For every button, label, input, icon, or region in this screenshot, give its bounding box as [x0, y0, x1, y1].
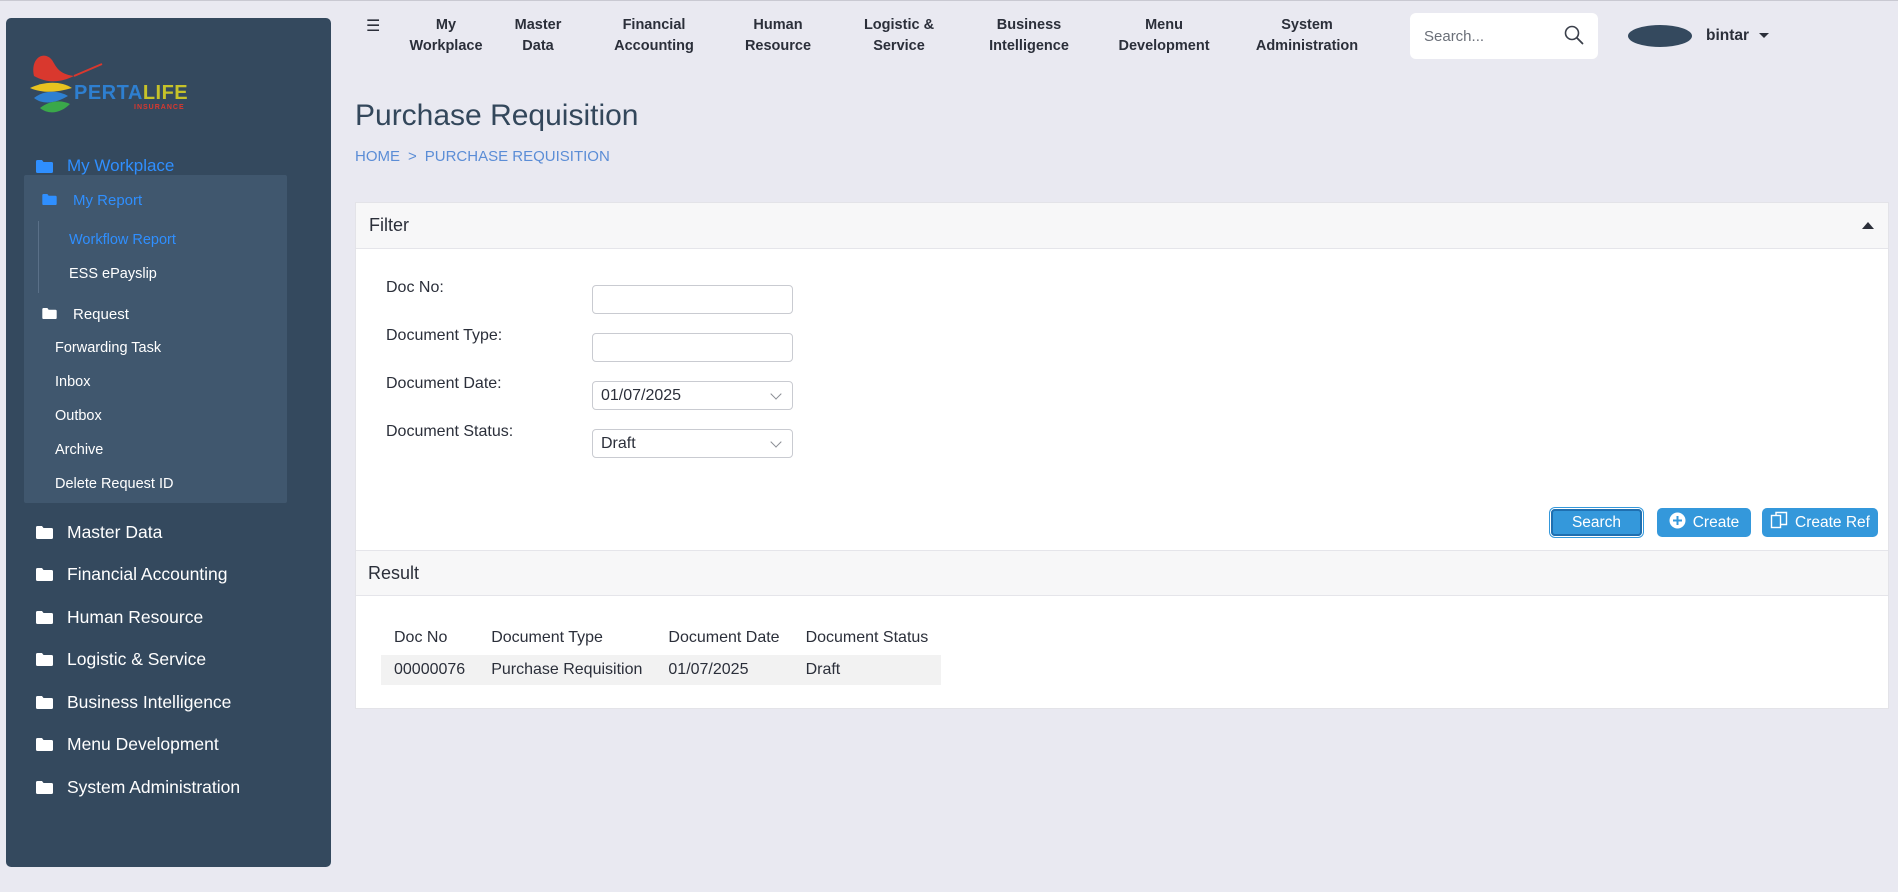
filter-header[interactable]: Filter [356, 203, 1888, 249]
sidebar-item-financial-accounting[interactable]: Financial Accounting [36, 564, 228, 585]
folder-icon [36, 568, 53, 581]
global-search [1410, 13, 1598, 59]
sidebar-item-label: My Workplace [67, 156, 175, 175]
cell-document-status[interactable]: Draft [792, 655, 942, 685]
folder-icon [36, 696, 53, 709]
my-workplace-submenu: My Report Workflow Report ESS ePayslip R… [24, 175, 287, 503]
cell-doc-no[interactable]: 00000076 [381, 655, 479, 685]
document-date-label: Document Date: [386, 375, 502, 392]
folder-icon [42, 308, 59, 321]
sidebar-item-business-intelligence[interactable]: Business Intelligence [36, 692, 231, 713]
filter-title: Filter [369, 215, 409, 235]
sidebar-item-master-data[interactable]: Master Data [36, 522, 162, 543]
breadcrumb: HOME > PURCHASE REQUISITION [355, 148, 610, 165]
caret-down-icon[interactable] [1759, 32, 1770, 38]
create-ref-button[interactable]: Create Ref [1762, 508, 1878, 537]
cell-document-type[interactable]: Purchase Requisition [478, 655, 656, 685]
topnav-financial-accounting[interactable]: Financial Accounting [610, 15, 698, 57]
sidebar-item-system-administration[interactable]: System Administration [36, 777, 240, 798]
document-status-label: Document Status: [386, 423, 514, 440]
sidebar-item-delete-request-id[interactable]: Delete Request ID [55, 476, 173, 492]
topnav-business-intelligence[interactable]: Business Intelligence [984, 15, 1074, 57]
company-logo[interactable]: PERTALIFE INSURANCE [22, 36, 188, 126]
search-input[interactable] [1424, 26, 1554, 46]
column-header-doc-no[interactable]: Doc No [381, 621, 478, 655]
user-menu[interactable]: bintar [1628, 25, 1770, 47]
sidebar-item-inbox[interactable]: Inbox [55, 374, 90, 390]
result-header: Result [356, 550, 1888, 596]
column-header-document-type[interactable]: Document Type [478, 621, 655, 655]
sidebar-item-my-report[interactable]: My Report [42, 192, 142, 209]
avatar[interactable] [1628, 25, 1692, 47]
breadcrumb-separator: > [408, 148, 417, 165]
sidebar-item-archive[interactable]: Archive [55, 442, 103, 458]
cell-document-date[interactable]: 01/07/2025 [655, 655, 793, 685]
document-status-select[interactable]: Draft [592, 429, 793, 458]
sidebar-item-human-resource[interactable]: Human Resource [36, 607, 203, 628]
logo-wordmark: PERTALIFE [74, 82, 189, 104]
topnav-human-resource[interactable]: Human Resource [738, 15, 818, 57]
results-table: Doc No Document Type Document Date Docum… [381, 621, 942, 685]
page-title: Purchase Requisition [355, 99, 639, 132]
topnav-logistic-service[interactable]: Logistic & Service [858, 15, 940, 57]
document-status-value: Draft [601, 434, 636, 452]
doc-no-label: Doc No: [386, 279, 444, 296]
sidebar-item-forwarding-task[interactable]: Forwarding Task [55, 340, 161, 356]
document-date-select[interactable]: 01/07/2025 [592, 381, 793, 410]
chevron-down-icon [770, 387, 782, 400]
sidebar-item-request[interactable]: Request [42, 306, 129, 323]
folder-icon [42, 194, 59, 207]
hamburger-menu-icon[interactable]: ☰ [366, 16, 380, 36]
plus-circle-icon [1669, 512, 1686, 534]
copy-icon [1770, 511, 1788, 534]
breadcrumb-current: PURCHASE REQUISITION [424, 148, 610, 165]
chevron-down-icon [770, 435, 782, 448]
table-row[interactable]: 00000076 Purchase Requisition 01/07/2025… [381, 655, 942, 685]
topnav-master-data[interactable]: Master Data [508, 15, 568, 57]
doc-no-input[interactable] [592, 285, 793, 314]
sidebar-item-menu-development[interactable]: Menu Development [36, 734, 219, 755]
table-header-row: Doc No Document Type Document Date Docum… [381, 621, 941, 655]
document-type-input[interactable] [592, 333, 793, 362]
topnav-my-workplace[interactable]: My Workplace [404, 15, 488, 57]
result-title: Result [368, 563, 420, 583]
bird-logo-icon [30, 55, 103, 113]
folder-icon [36, 653, 53, 666]
collapse-caret-icon[interactable] [1862, 222, 1874, 229]
sidebar-item-my-workplace[interactable]: My Workplace [36, 156, 174, 176]
search-icon[interactable] [1564, 25, 1584, 50]
search-button[interactable]: Search [1550, 508, 1643, 537]
document-type-label: Document Type: [386, 327, 503, 344]
topnav-system-administration[interactable]: System Administration [1249, 15, 1365, 57]
sidebar-item-logistic-service[interactable]: Logistic & Service [36, 649, 206, 670]
folder-icon [36, 738, 53, 751]
logo-subtitle: INSURANCE [134, 104, 185, 111]
tree-line [38, 221, 39, 293]
folder-icon [36, 611, 53, 624]
sidebar: PERTALIFE INSURANCE My Workplace My Repo… [6, 18, 331, 867]
sidebar-item-workflow-report[interactable]: Workflow Report [69, 232, 176, 248]
sidebar-item-outbox[interactable]: Outbox [55, 408, 102, 424]
document-date-value: 01/07/2025 [601, 386, 682, 404]
breadcrumb-home[interactable]: HOME [355, 148, 400, 165]
folder-icon [36, 781, 53, 794]
folder-icon [36, 526, 53, 539]
folder-icon [36, 159, 53, 173]
topnav-menu-development[interactable]: Menu Development [1114, 15, 1214, 57]
filter-panel: Filter Doc No: Document Type: Document D… [355, 202, 1889, 709]
create-button[interactable]: Create [1657, 508, 1751, 537]
column-header-document-status[interactable]: Document Status [793, 621, 942, 655]
column-header-document-date[interactable]: Document Date [655, 621, 792, 655]
sidebar-item-ess-epayslip[interactable]: ESS ePayslip [69, 266, 157, 282]
username[interactable]: bintar [1706, 27, 1749, 45]
